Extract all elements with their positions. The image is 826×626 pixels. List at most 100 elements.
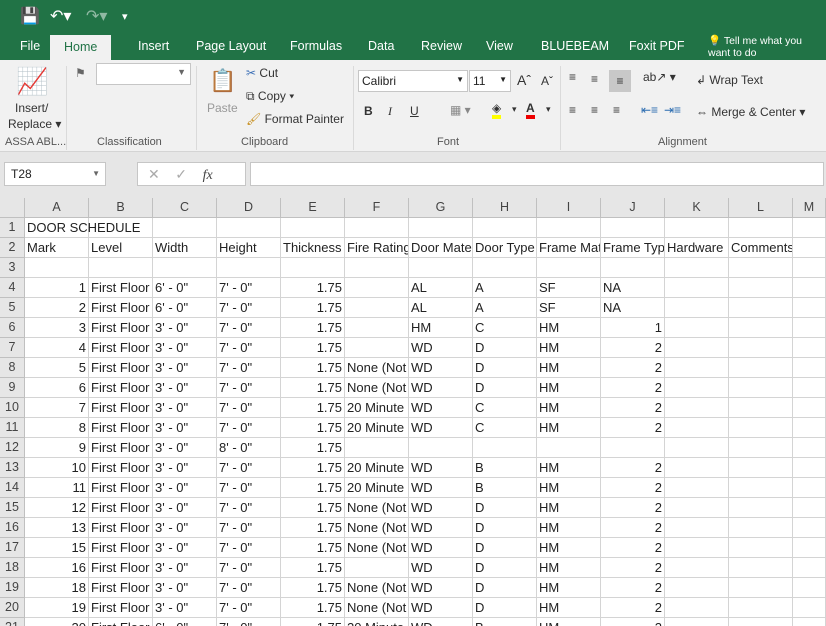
cell-A16[interactable]: 13 xyxy=(25,518,89,538)
cell-A10[interactable]: 7 xyxy=(25,398,89,418)
cell-L12[interactable] xyxy=(729,438,793,458)
column-header-D[interactable]: D xyxy=(217,198,281,218)
cell-D13[interactable]: 7' - 0" xyxy=(217,458,281,478)
cell-L18[interactable] xyxy=(729,558,793,578)
cell-K15[interactable] xyxy=(665,498,729,518)
cell-H6[interactable]: C xyxy=(473,318,537,338)
cell-M21[interactable] xyxy=(793,618,826,626)
cell-C19[interactable]: 3' - 0" xyxy=(153,578,217,598)
cell-F5[interactable] xyxy=(345,298,409,318)
tab-data[interactable]: Data xyxy=(368,39,394,53)
tab-view[interactable]: View xyxy=(486,39,513,53)
cell-M20[interactable] xyxy=(793,598,826,618)
cell-F12[interactable] xyxy=(345,438,409,458)
cell-I8[interactable]: HM xyxy=(537,358,601,378)
cell-B19[interactable]: First Floor xyxy=(89,578,153,598)
cell-E2[interactable]: Thickness xyxy=(281,238,345,258)
cell-A2[interactable]: Mark xyxy=(25,238,89,258)
cell-C12[interactable]: 3' - 0" xyxy=(153,438,217,458)
cell-E12[interactable]: 1.75 xyxy=(281,438,345,458)
cell-D6[interactable]: 7' - 0" xyxy=(217,318,281,338)
cut-button[interactable]: ✂ Cut xyxy=(246,66,278,80)
cell-H7[interactable]: D xyxy=(473,338,537,358)
cell-M4[interactable] xyxy=(793,278,826,298)
cell-D9[interactable]: 7' - 0" xyxy=(217,378,281,398)
cell-G15[interactable]: WD xyxy=(409,498,473,518)
cell-C11[interactable]: 3' - 0" xyxy=(153,418,217,438)
cell-I16[interactable]: HM xyxy=(537,518,601,538)
cell-H21[interactable]: B xyxy=(473,618,537,626)
cell-H13[interactable]: B xyxy=(473,458,537,478)
cell-L7[interactable] xyxy=(729,338,793,358)
cell-A5[interactable]: 2 xyxy=(25,298,89,318)
font-size-dropdown[interactable]: 11 ▼ xyxy=(469,70,511,92)
insert-replace-button[interactable]: Insert/ xyxy=(15,101,48,115)
cell-A20[interactable]: 19 xyxy=(25,598,89,618)
cell-B9[interactable]: First Floor xyxy=(89,378,153,398)
cell-F9[interactable]: None (Not Rated) xyxy=(345,378,409,398)
cell-G14[interactable]: WD xyxy=(409,478,473,498)
cell-G5[interactable]: AL xyxy=(409,298,473,318)
cell-M13[interactable] xyxy=(793,458,826,478)
cell-H12[interactable] xyxy=(473,438,537,458)
cell-H8[interactable]: D xyxy=(473,358,537,378)
cell-G11[interactable]: WD xyxy=(409,418,473,438)
cell-C20[interactable]: 3' - 0" xyxy=(153,598,217,618)
cell-C6[interactable]: 3' - 0" xyxy=(153,318,217,338)
decrease-font-icon[interactable]: Aˇ xyxy=(541,74,553,88)
cell-L2[interactable]: Comments xyxy=(729,238,793,258)
cell-D16[interactable]: 7' - 0" xyxy=(217,518,281,538)
cell-E1[interactable] xyxy=(281,218,345,238)
cell-C3[interactable] xyxy=(153,258,217,278)
cell-C5[interactable]: 6' - 0" xyxy=(153,298,217,318)
cell-K3[interactable] xyxy=(665,258,729,278)
align-top-icon[interactable]: ≡ xyxy=(569,70,576,84)
cell-G21[interactable]: WD xyxy=(409,618,473,626)
cell-D19[interactable]: 7' - 0" xyxy=(217,578,281,598)
tab-insert[interactable]: Insert xyxy=(138,39,169,53)
cell-J11[interactable]: 2 xyxy=(601,418,665,438)
cell-K19[interactable] xyxy=(665,578,729,598)
cell-J3[interactable] xyxy=(601,258,665,278)
cell-J12[interactable] xyxy=(601,438,665,458)
cell-E20[interactable]: 1.75 xyxy=(281,598,345,618)
cell-E18[interactable]: 1.75 xyxy=(281,558,345,578)
cell-L13[interactable] xyxy=(729,458,793,478)
cell-M8[interactable] xyxy=(793,358,826,378)
cell-I20[interactable]: HM xyxy=(537,598,601,618)
row-header[interactable]: 17 xyxy=(0,538,25,558)
cell-B14[interactable]: First Floor xyxy=(89,478,153,498)
cell-H3[interactable] xyxy=(473,258,537,278)
cell-A11[interactable]: 8 xyxy=(25,418,89,438)
cell-K6[interactable] xyxy=(665,318,729,338)
cell-M3[interactable] xyxy=(793,258,826,278)
cell-J21[interactable]: 2 xyxy=(601,618,665,626)
cell-B17[interactable]: First Floor xyxy=(89,538,153,558)
cell-K17[interactable] xyxy=(665,538,729,558)
wrap-text-button[interactable]: ↲ Wrap Text xyxy=(696,73,763,87)
cell-J13[interactable]: 2 xyxy=(601,458,665,478)
cell-E14[interactable]: 1.75 xyxy=(281,478,345,498)
cell-K4[interactable] xyxy=(665,278,729,298)
cell-I9[interactable]: HM xyxy=(537,378,601,398)
cell-I18[interactable]: HM xyxy=(537,558,601,578)
cell-I21[interactable]: HM xyxy=(537,618,601,626)
cell-J19[interactable]: 2 xyxy=(601,578,665,598)
cell-I1[interactable] xyxy=(537,218,601,238)
cell-D12[interactable]: 8' - 0" xyxy=(217,438,281,458)
cell-F2[interactable]: Fire Rating xyxy=(345,238,409,258)
cell-M6[interactable] xyxy=(793,318,826,338)
cell-E19[interactable]: 1.75 xyxy=(281,578,345,598)
row-header[interactable]: 16 xyxy=(0,518,25,538)
cell-K2[interactable]: Hardware xyxy=(665,238,729,258)
cell-I12[interactable] xyxy=(537,438,601,458)
fill-color-icon[interactable]: ◈ xyxy=(492,101,502,119)
cell-F15[interactable]: None (Not Rated) xyxy=(345,498,409,518)
row-header[interactable]: 19 xyxy=(0,578,25,598)
cell-F13[interactable]: 20 Minute xyxy=(345,458,409,478)
cell-J15[interactable]: 2 xyxy=(601,498,665,518)
cell-I2[interactable]: Frame Material xyxy=(537,238,601,258)
cell-H14[interactable]: B xyxy=(473,478,537,498)
customize-qat-icon[interactable]: ▾ xyxy=(122,10,128,23)
cell-I3[interactable] xyxy=(537,258,601,278)
